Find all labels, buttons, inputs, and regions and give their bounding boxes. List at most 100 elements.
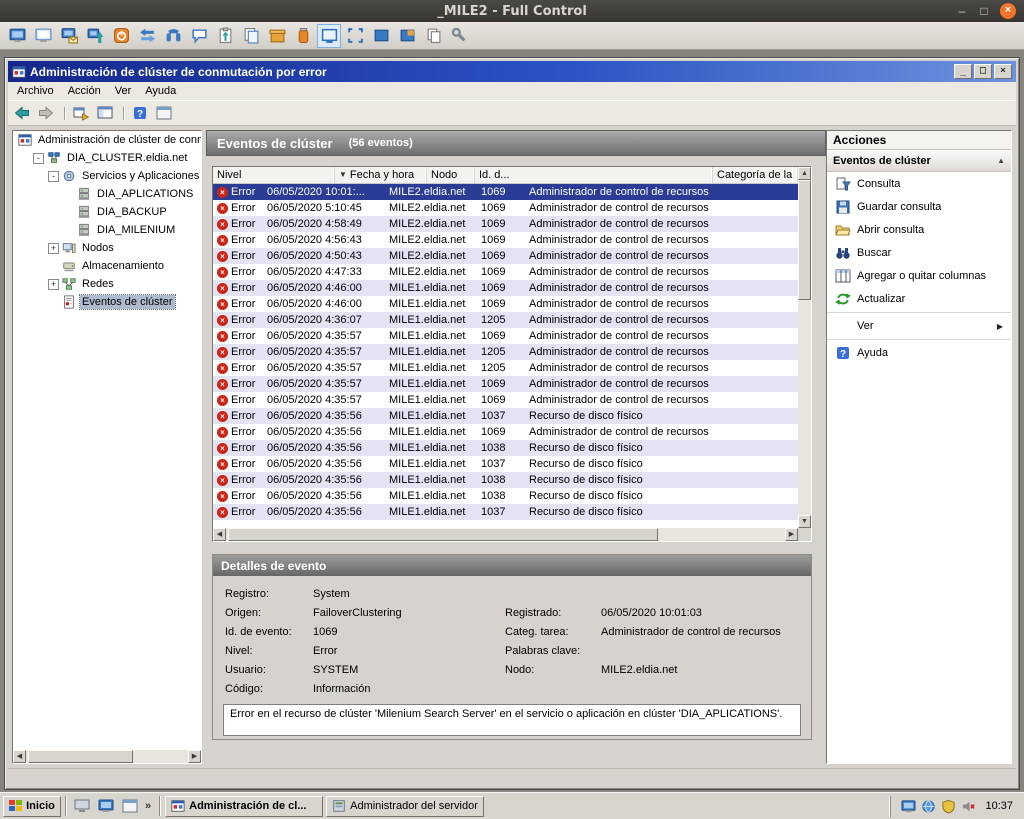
power-options-button[interactable]	[109, 24, 133, 48]
tree-item-dia-aplications[interactable]: DIA_APLICATIONS	[13, 185, 201, 203]
quicklaunch-remote[interactable]	[95, 796, 117, 817]
viewer-maximize-button[interactable]: □	[978, 4, 990, 18]
tree-item-eventos[interactable]: Eventos de clúster	[13, 293, 201, 311]
back-button[interactable]	[11, 103, 33, 124]
column-header[interactable]: Id. d...	[475, 167, 713, 183]
session-switch-button[interactable]	[135, 24, 159, 48]
event-row[interactable]: × Error 06/05/2020 4:35:56 MILE1.eldia.n…	[213, 472, 798, 488]
app-close-button[interactable]: ×	[994, 64, 1012, 79]
tree-expander[interactable]: +	[48, 279, 59, 290]
column-header[interactable]: Nodo	[427, 167, 475, 183]
file-transfer-button[interactable]	[265, 24, 289, 48]
tray-volume-muted-icon[interactable]	[961, 799, 976, 814]
tree-item-servicios[interactable]: - Servicios y Aplicaciones	[13, 167, 201, 185]
forward-button[interactable]	[35, 103, 57, 124]
event-row[interactable]: × Error 06/05/2020 4:47:33 MILE2.eldia.n…	[213, 264, 798, 280]
start-button[interactable]: Inicio	[3, 796, 61, 817]
collapse-icon[interactable]: ▲	[997, 156, 1005, 165]
column-header[interactable]: Categoría de la tarea	[713, 167, 793, 183]
scroll-thumb[interactable]	[798, 180, 811, 300]
event-row[interactable]: × Error 06/05/2020 4:35:57 MILE1.eldia.n…	[213, 328, 798, 344]
events-vertical-scrollbar[interactable]: ▲ ▼	[798, 167, 811, 528]
view-color-button[interactable]	[395, 24, 419, 48]
menu-ver[interactable]: Ver	[108, 83, 139, 99]
tree-item-dia-backup[interactable]: DIA_BACKUP	[13, 203, 201, 221]
upload-screen-button[interactable]	[83, 24, 107, 48]
action-consulta[interactable]: Consulta	[827, 172, 1011, 195]
tree-item-dia-milenium[interactable]: DIA_MILENIUM	[13, 221, 201, 239]
quicklaunch-window[interactable]	[119, 796, 141, 817]
viewer-close-button[interactable]: ×	[1000, 3, 1016, 19]
settings-button[interactable]	[447, 24, 471, 48]
event-row[interactable]: × Error 06/05/2020 4:50:43 MILE2.eldia.n…	[213, 248, 798, 264]
console-window-button[interactable]	[153, 103, 175, 124]
event-row[interactable]: × Error 06/05/2020 4:35:56 MILE1.eldia.n…	[213, 408, 798, 424]
column-header[interactable]: Nivel	[213, 167, 335, 183]
duplicate-session-button[interactable]	[421, 24, 445, 48]
menu-accion[interactable]: Acción	[61, 83, 108, 99]
screen-preview-button[interactable]	[31, 24, 55, 48]
app-maximize-button[interactable]: □	[974, 64, 992, 79]
view-fullscreen-button[interactable]	[343, 24, 367, 48]
event-row[interactable]: × Error 06/05/2020 4:35:56 MILE1.eldia.n…	[213, 424, 798, 440]
event-row[interactable]: × Error 06/05/2020 4:35:56 MILE1.eldia.n…	[213, 456, 798, 472]
event-row[interactable]: × Error 06/05/2020 4:35:56 MILE1.eldia.n…	[213, 504, 798, 520]
help-button[interactable]	[129, 103, 151, 124]
quicklaunch-show-desktop[interactable]	[71, 796, 93, 817]
event-row[interactable]: × Error 06/05/2020 4:35:57 MILE1.eldia.n…	[213, 344, 798, 360]
scroll-right-button[interactable]: ▶	[785, 528, 798, 541]
scroll-thumb[interactable]	[28, 750, 133, 763]
tree-expander[interactable]: +	[48, 243, 59, 254]
event-row[interactable]: × Error 06/05/2020 4:35:56 MILE1.eldia.n…	[213, 488, 798, 504]
send-message-button[interactable]	[57, 24, 81, 48]
chat-button[interactable]	[187, 24, 211, 48]
scroll-left-button[interactable]: ◀	[13, 750, 26, 763]
event-row[interactable]: × Error 06/05/2020 4:35:57 MILE1.eldia.n…	[213, 376, 798, 392]
tree-item-redes[interactable]: + Redes	[13, 275, 201, 293]
tree-item-dia-cluster[interactable]: - DIA_CLUSTER.eldia.net	[13, 149, 201, 167]
action-abrir-consulta[interactable]: Abrir consulta	[827, 218, 1011, 241]
tree-horizontal-scrollbar[interactable]: ◀ ▶	[13, 750, 201, 763]
tray-network-icon[interactable]	[921, 799, 936, 814]
action-columnas[interactable]: Agregar o quitar columnas	[827, 264, 1011, 287]
call-button[interactable]	[161, 24, 185, 48]
view-window-mode-button[interactable]	[317, 24, 341, 48]
scroll-down-button[interactable]: ▼	[798, 515, 811, 528]
app-minimize-button[interactable]: _	[954, 64, 972, 79]
event-row[interactable]: × Error 06/05/2020 4:46:00 MILE1.eldia.n…	[213, 296, 798, 312]
scroll-left-button[interactable]: ◀	[213, 528, 226, 541]
menu-ayuda[interactable]: Ayuda	[138, 83, 183, 99]
event-row[interactable]: × Error 06/05/2020 4:56:43 MILE2.eldia.n…	[213, 232, 798, 248]
tray-updates-icon[interactable]	[941, 799, 956, 814]
event-row[interactable]: × Error 06/05/2020 4:35:56 MILE1.eldia.n…	[213, 440, 798, 456]
tree-item-almacenamiento[interactable]: Almacenamiento	[13, 257, 201, 275]
tree-expander[interactable]: -	[33, 153, 44, 164]
column-header[interactable]: ▼ Fecha y hora	[335, 167, 427, 183]
file-store-button[interactable]	[291, 24, 315, 48]
tree-expander[interactable]: -	[48, 171, 59, 182]
events-horizontal-scrollbar[interactable]: ◀ ▶	[213, 528, 798, 541]
show-console-tree-button[interactable]	[94, 103, 116, 124]
actions-group-header[interactable]: Eventos de clúster ▲	[827, 150, 1011, 172]
event-row[interactable]: × Error 06/05/2020 4:36:07 MILE1.eldia.n…	[213, 312, 798, 328]
event-row[interactable]: × Error 06/05/2020 10:01:... MILE2.eldia…	[213, 184, 798, 200]
event-row[interactable]: × Error 06/05/2020 4:58:49 MILE2.eldia.n…	[213, 216, 798, 232]
scroll-up-button[interactable]: ▲	[798, 167, 811, 180]
view-screen-button[interactable]	[5, 24, 29, 48]
quick-launch-overflow[interactable]: »	[141, 800, 155, 812]
clipboard-sync-button[interactable]	[239, 24, 263, 48]
taskbar-server-manager[interactable]: Administrador del servidor	[326, 796, 484, 817]
scroll-right-button[interactable]: ▶	[188, 750, 201, 763]
menu-archivo[interactable]: Archivo	[10, 83, 61, 99]
taskbar-cluster-admin[interactable]: Administración de cl...	[165, 796, 323, 817]
event-row[interactable]: × Error 06/05/2020 4:35:57 MILE1.eldia.n…	[213, 360, 798, 376]
event-row[interactable]: × Error 06/05/2020 4:46:00 MILE1.eldia.n…	[213, 280, 798, 296]
action-guardar-consulta[interactable]: Guardar consulta	[827, 195, 1011, 218]
tray-display-icon[interactable]	[901, 799, 916, 814]
scroll-thumb[interactable]	[228, 528, 658, 541]
action-buscar[interactable]: Buscar	[827, 241, 1011, 264]
viewer-minimize-button[interactable]: –	[956, 4, 968, 18]
export-list-button[interactable]	[70, 103, 92, 124]
clipboard-send-button[interactable]	[213, 24, 237, 48]
action-ver[interactable]: Ver ▶	[827, 312, 1011, 337]
